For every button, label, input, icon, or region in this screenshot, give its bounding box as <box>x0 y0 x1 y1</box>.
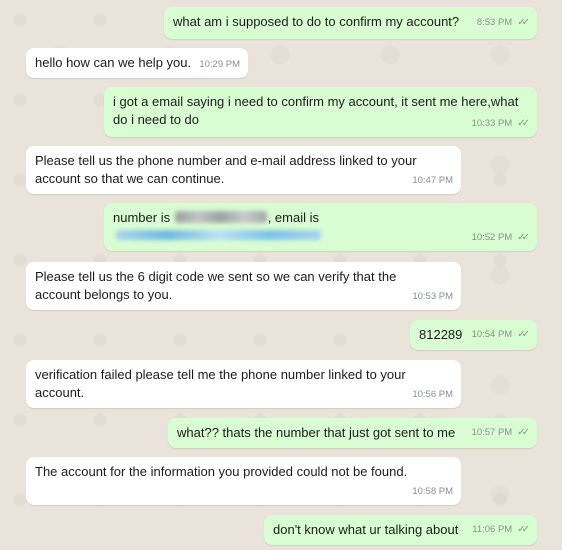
message-meta: 10:47 PM <box>412 172 453 190</box>
message-meta: 10:58 PM <box>412 483 453 501</box>
double-check-icon: ✓✓ <box>517 118 530 129</box>
message-incoming[interactable]: verification failed please tell me the p… <box>26 360 461 408</box>
message-time: 10:58 PM <box>412 486 453 497</box>
message-text: The account for the information you prov… <box>35 464 408 479</box>
redacted-phone-number <box>174 211 267 223</box>
message-meta: 10:56 PM <box>412 386 453 404</box>
message-text: Please tell us the phone number and e-ma… <box>35 153 417 186</box>
redacted-email-link <box>116 230 321 240</box>
message-text: 812289 <box>419 327 463 342</box>
message-outgoing[interactable]: don't know what ur talking about 11:06 P… <box>264 515 537 545</box>
message-time: 8:53 PM <box>476 17 513 28</box>
message-text: hello how can we help you. <box>35 55 192 70</box>
message-time: 10:57 PM <box>471 427 513 438</box>
message-incoming[interactable]: hello how can we help you. 10:29 PM <box>26 48 248 78</box>
message-meta: 10:53 PM <box>412 288 453 306</box>
double-check-icon: ✓✓ <box>517 232 530 243</box>
message-text-number-label: number is <box>113 210 171 225</box>
message-text-email-label: , email is <box>267 210 319 225</box>
message-meta: 11:06 PM ✓✓ <box>472 521 530 539</box>
double-check-icon: ✓✓ <box>517 524 530 535</box>
message-text: Please tell us the 6 digit code we sent … <box>35 269 397 302</box>
message-text: what am i supposed to do to confirm my a… <box>173 14 460 29</box>
message-incoming[interactable]: The account for the information you prov… <box>26 457 461 505</box>
message-text: what?? thats the number that just got se… <box>177 425 456 440</box>
message-time: 10:56 PM <box>412 389 453 400</box>
message-outgoing[interactable]: 812289 10:54 PM ✓✓ <box>410 320 537 350</box>
message-time: 10:33 PM <box>471 118 513 129</box>
message-text: don't know what ur talking about <box>273 522 459 537</box>
message-outgoing[interactable]: what am i supposed to do to confirm my a… <box>164 7 537 39</box>
message-meta: 10:57 PM ✓✓ <box>471 424 530 442</box>
message-time: 10:29 PM <box>199 59 240 70</box>
message-outgoing[interactable]: i got a email saying i need to confirm m… <box>104 87 537 137</box>
double-check-icon: ✓✓ <box>517 427 530 438</box>
message-meta: 10:33 PM ✓✓ <box>471 115 530 133</box>
message-time: 10:54 PM <box>471 329 513 340</box>
double-check-icon: ✓✓ <box>517 329 530 340</box>
message-time: 10:47 PM <box>412 175 453 186</box>
message-meta: 10:52 PM ✓✓ <box>471 229 530 247</box>
message-text: verification failed please tell me the p… <box>35 367 406 400</box>
message-time: 10:53 PM <box>412 291 453 302</box>
message-meta: 10:54 PM ✓✓ <box>471 326 530 344</box>
message-meta: 8:53 PM ✓✓ <box>476 14 530 32</box>
message-meta: 10:29 PM <box>199 56 240 74</box>
message-outgoing[interactable]: number is , email is 10:52 PM ✓✓ <box>104 203 537 251</box>
message-incoming[interactable]: Please tell us the phone number and e-ma… <box>26 146 461 194</box>
double-check-icon: ✓✓ <box>517 17 530 28</box>
message-outgoing[interactable]: what?? thats the number that just got se… <box>168 418 537 448</box>
message-text: i got a email saying i need to confirm m… <box>113 94 519 127</box>
message-time: 11:06 PM <box>472 524 513 535</box>
message-incoming[interactable]: Please tell us the 6 digit code we sent … <box>26 262 461 310</box>
message-time: 10:52 PM <box>471 232 513 243</box>
